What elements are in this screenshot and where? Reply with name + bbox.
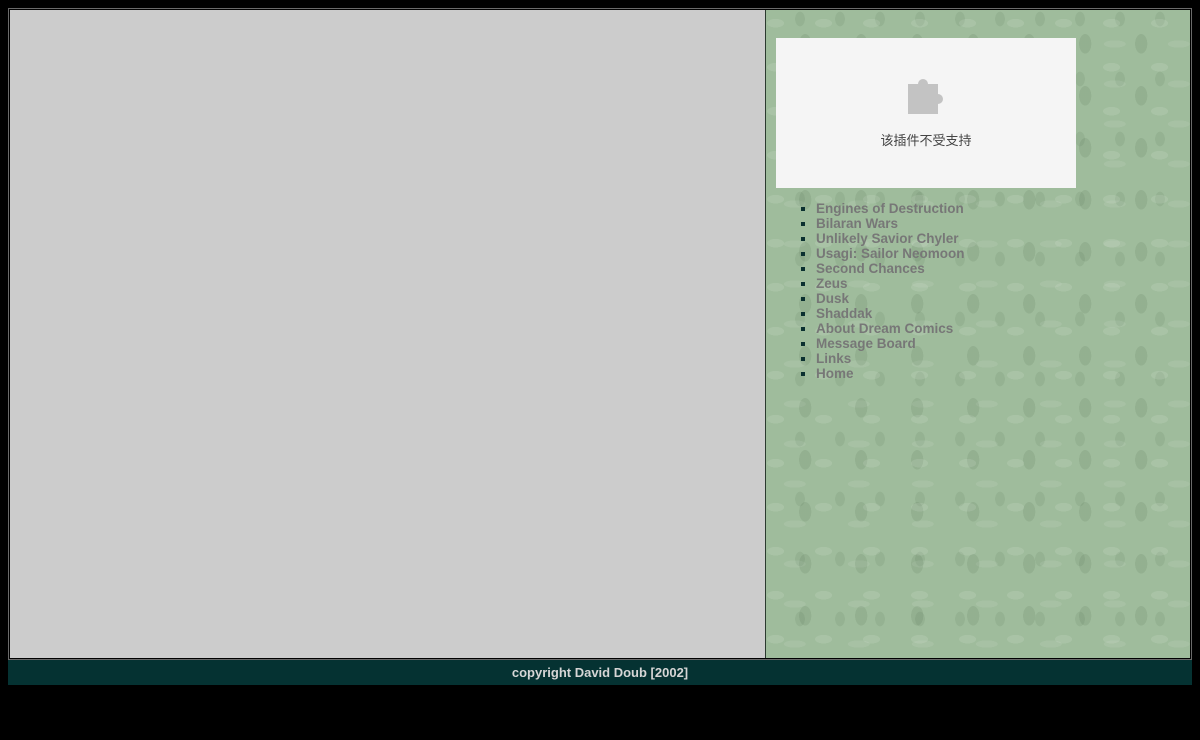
nav-item-message-board: Message Board bbox=[816, 336, 965, 351]
footer-copyright: copyright David Doub [2002] bbox=[8, 660, 1192, 685]
main-content-frame bbox=[10, 10, 765, 658]
nav-item-shaddak: Shaddak bbox=[816, 306, 965, 321]
nav-link-message-board[interactable]: Message Board bbox=[816, 336, 916, 351]
nav-link-bilaran-wars[interactable]: Bilaran Wars bbox=[816, 216, 898, 231]
nav-item-usagi-sailor-neomoon: Usagi: Sailor Neomoon bbox=[816, 246, 965, 261]
nav-link-dusk[interactable]: Dusk bbox=[816, 291, 849, 306]
nav-item-home: Home bbox=[816, 366, 965, 381]
nav-item-second-chances: Second Chances bbox=[816, 261, 965, 276]
nav-item-dusk: Dusk bbox=[816, 291, 965, 306]
nav-item-engines-of-destruction: Engines of Destruction bbox=[816, 201, 965, 216]
sidebar-nav: Engines of Destruction Bilaran Wars Unli… bbox=[780, 201, 965, 381]
nav-link-second-chances[interactable]: Second Chances bbox=[816, 261, 925, 276]
nav-item-zeus: Zeus bbox=[816, 276, 965, 291]
nav-link-unlikely-savior-chyler[interactable]: Unlikely Savior Chyler bbox=[816, 231, 959, 246]
sidebar-frame: 该插件不受支持 Engines of Destruction Bilaran W… bbox=[766, 10, 1190, 658]
nav-link-home[interactable]: Home bbox=[816, 366, 854, 381]
nav-link-usagi-sailor-neomoon[interactable]: Usagi: Sailor Neomoon bbox=[816, 246, 965, 261]
nav-item-links: Links bbox=[816, 351, 965, 366]
unsupported-plugin-placeholder: 该插件不受支持 bbox=[776, 38, 1076, 188]
page-frame: 该插件不受支持 Engines of Destruction Bilaran W… bbox=[8, 8, 1192, 660]
nav-item-bilaran-wars: Bilaran Wars bbox=[816, 216, 965, 231]
plugin-unsupported-message: 该插件不受支持 bbox=[880, 133, 972, 148]
nav-link-engines-of-destruction[interactable]: Engines of Destruction bbox=[816, 201, 964, 216]
puzzle-piece-icon bbox=[908, 79, 943, 114]
nav-link-about-dream-comics[interactable]: About Dream Comics bbox=[816, 321, 953, 336]
nav-link-zeus[interactable]: Zeus bbox=[816, 276, 848, 291]
nav-item-unlikely-savior-chyler: Unlikely Savior Chyler bbox=[816, 231, 965, 246]
nav-item-about-dream-comics: About Dream Comics bbox=[816, 321, 965, 336]
nav-link-links[interactable]: Links bbox=[816, 351, 851, 366]
nav-link-shaddak[interactable]: Shaddak bbox=[816, 306, 872, 321]
